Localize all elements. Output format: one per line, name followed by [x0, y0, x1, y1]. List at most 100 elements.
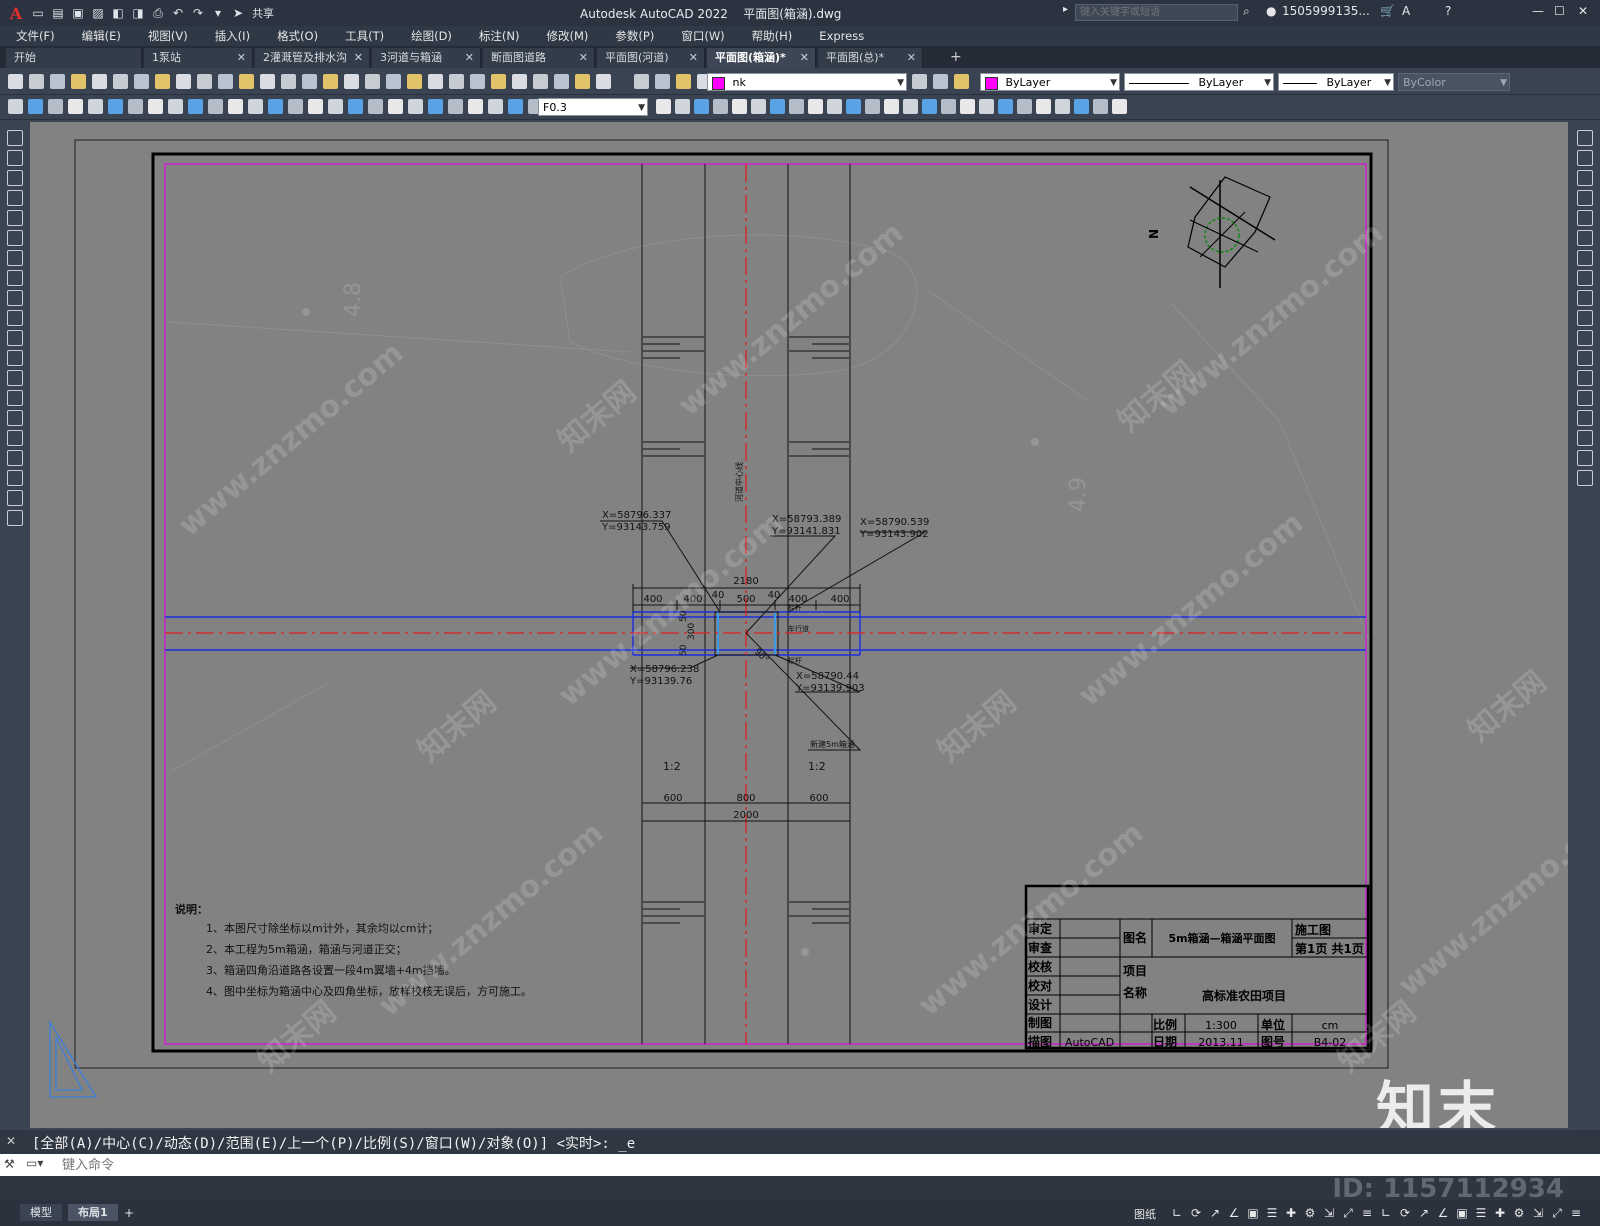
status-toggle-icon[interactable]: ☰: [1265, 1206, 1279, 1220]
status-toggle-icon[interactable]: ⟳: [1398, 1206, 1412, 1220]
lineweight-dropdown[interactable]: ByLayer ▼: [1278, 73, 1394, 91]
draw-tool-icon[interactable]: [7, 450, 23, 466]
modify-tool-icon[interactable]: [1577, 470, 1593, 486]
draw-tool-icon[interactable]: [7, 210, 23, 226]
draw-tool-icon[interactable]: [7, 430, 23, 446]
cart-icon[interactable]: 🛒: [1380, 4, 1395, 18]
user-name[interactable]: 1505999135...: [1282, 4, 1370, 18]
draw-tool-icon[interactable]: [7, 370, 23, 386]
toolbar-tool-icon[interactable]: [448, 99, 463, 114]
modify-tool-icon[interactable]: [1577, 250, 1593, 266]
open-web-icon[interactable]: ◧: [109, 4, 127, 22]
draw-tool-icon[interactable]: [7, 330, 23, 346]
toolbar-tool-icon[interactable]: [656, 99, 671, 114]
save-web-icon[interactable]: ◨: [129, 4, 147, 22]
status-toggle-icon[interactable]: ▣: [1246, 1206, 1260, 1220]
help-button[interactable]: ?: [1445, 4, 1451, 18]
toolbar-tool-icon[interactable]: [922, 99, 937, 114]
status-toggle-icon[interactable]: ⤢: [1550, 1206, 1564, 1220]
toolbar-tool-icon[interactable]: [732, 99, 747, 114]
paper-space-toggle[interactable]: 图纸: [1134, 1206, 1156, 1222]
file-tab[interactable]: 3河道与箱涵 ✕: [372, 48, 481, 68]
status-toggle-icon[interactable]: ∟: [1170, 1206, 1184, 1220]
file-tab[interactable]: 平面图(箱涵)* ✕: [707, 48, 816, 68]
toolbar-tool-icon[interactable]: [491, 74, 506, 89]
toolbar-tool-icon[interactable]: [575, 74, 590, 89]
open-file-icon[interactable]: ▤: [49, 4, 67, 22]
status-toggle-icon[interactable]: ☰: [1474, 1206, 1488, 1220]
share-icon[interactable]: ➤: [229, 4, 247, 22]
draw-tool-icon[interactable]: [7, 470, 23, 486]
toolbar-tool-icon[interactable]: [468, 99, 483, 114]
toolbar-tool-icon[interactable]: [344, 74, 359, 89]
toolbar-tool-icon[interactable]: [71, 74, 86, 89]
toolbar-tool-icon[interactable]: [676, 74, 691, 89]
draw-tool-icon[interactable]: [7, 270, 23, 286]
toolbar-tool-icon[interactable]: [348, 99, 363, 114]
toolbar-tool-icon[interactable]: [508, 99, 523, 114]
toolbar-tool-icon[interactable]: [960, 99, 975, 114]
toolbar-tool-icon[interactable]: [770, 99, 785, 114]
status-toggle-icon[interactable]: ∟: [1379, 1206, 1393, 1220]
toolbar-tool-icon[interactable]: [29, 74, 44, 89]
modify-tool-icon[interactable]: [1577, 130, 1593, 146]
toolbar-tool-icon[interactable]: [228, 99, 243, 114]
toolbar-tool-icon[interactable]: [827, 99, 842, 114]
toolbar-tool-icon[interactable]: [954, 74, 969, 89]
toolbar-tool-icon[interactable]: [554, 74, 569, 89]
toolbar-tool-icon[interactable]: [675, 99, 690, 114]
toolbar-tool-icon[interactable]: [979, 99, 994, 114]
status-toggle-icon[interactable]: ⇲: [1322, 1206, 1336, 1220]
status-toggle-icon[interactable]: ✚: [1284, 1206, 1298, 1220]
search-expand-icon[interactable]: ▸: [1063, 4, 1068, 15]
modify-tool-icon[interactable]: [1577, 390, 1593, 406]
toolbar-tool-icon[interactable]: [1017, 99, 1032, 114]
toolbar-tool-icon[interactable]: [1055, 99, 1070, 114]
toolbar-tool-icon[interactable]: [998, 99, 1013, 114]
status-toggle-icon[interactable]: ⚙: [1303, 1206, 1317, 1220]
toolbar-tool-icon[interactable]: [188, 99, 203, 114]
toolbar-tool-icon[interactable]: [197, 74, 212, 89]
text-style-dropdown[interactable]: F0.3 ▼: [538, 98, 648, 116]
toolbar-tool-icon[interactable]: [694, 99, 709, 114]
toolbar-tool-icon[interactable]: [903, 99, 918, 114]
undo-icon[interactable]: ↶: [169, 4, 187, 22]
modify-tool-icon[interactable]: [1577, 370, 1593, 386]
draw-tool-icon[interactable]: [7, 310, 23, 326]
toolbar-tool-icon[interactable]: [155, 74, 170, 89]
search-icon[interactable]: ⌕: [1243, 4, 1250, 19]
toolbar-tool-icon[interactable]: [239, 74, 254, 89]
draw-tool-icon[interactable]: [7, 130, 23, 146]
menu-item[interactable]: 文件(F): [0, 28, 66, 44]
toolbar-tool-icon[interactable]: [408, 99, 423, 114]
toolbar-tool-icon[interactable]: [428, 74, 443, 89]
toolbar-tool-icon[interactable]: [50, 74, 65, 89]
new-file-icon[interactable]: ▭: [29, 4, 47, 22]
linetype-dropdown[interactable]: ByLayer ▼: [1124, 73, 1274, 91]
toolbar-tool-icon[interactable]: [751, 99, 766, 114]
modify-tool-icon[interactable]: [1577, 330, 1593, 346]
toolbar-tool-icon[interactable]: [449, 74, 464, 89]
toolbar-tool-icon[interactable]: [407, 74, 422, 89]
command-input[interactable]: [60, 1155, 1264, 1176]
status-toggle-icon[interactable]: ⤢: [1341, 1206, 1355, 1220]
menu-item[interactable]: 格式(O): [261, 28, 329, 44]
file-tab[interactable]: 1泵站 ✕: [144, 48, 253, 68]
redo-icon[interactable]: ↷: [189, 4, 207, 22]
status-toggle-icon[interactable]: ∠: [1436, 1206, 1450, 1220]
color-dropdown[interactable]: ByLayer ▼: [980, 73, 1120, 91]
menu-item[interactable]: 参数(P): [599, 28, 665, 44]
recent-commands-icon[interactable]: ▭▾: [26, 1156, 43, 1170]
status-toggle-icon[interactable]: ↗: [1417, 1206, 1431, 1220]
toolbar-tool-icon[interactable]: [288, 99, 303, 114]
toolbar-tool-icon[interactable]: [328, 99, 343, 114]
status-toggle-icon[interactable]: ✚: [1493, 1206, 1507, 1220]
plotstyle-dropdown[interactable]: ByColor ▼: [1398, 73, 1510, 91]
toolbar-tool-icon[interactable]: [218, 74, 233, 89]
close-tab-icon[interactable]: ✕: [800, 48, 809, 68]
menu-item[interactable]: 插入(I): [199, 28, 261, 44]
draw-tool-icon[interactable]: [7, 150, 23, 166]
toolbar-tool-icon[interactable]: [912, 74, 927, 89]
modify-tool-icon[interactable]: [1577, 210, 1593, 226]
toolbar-tool-icon[interactable]: [92, 74, 107, 89]
